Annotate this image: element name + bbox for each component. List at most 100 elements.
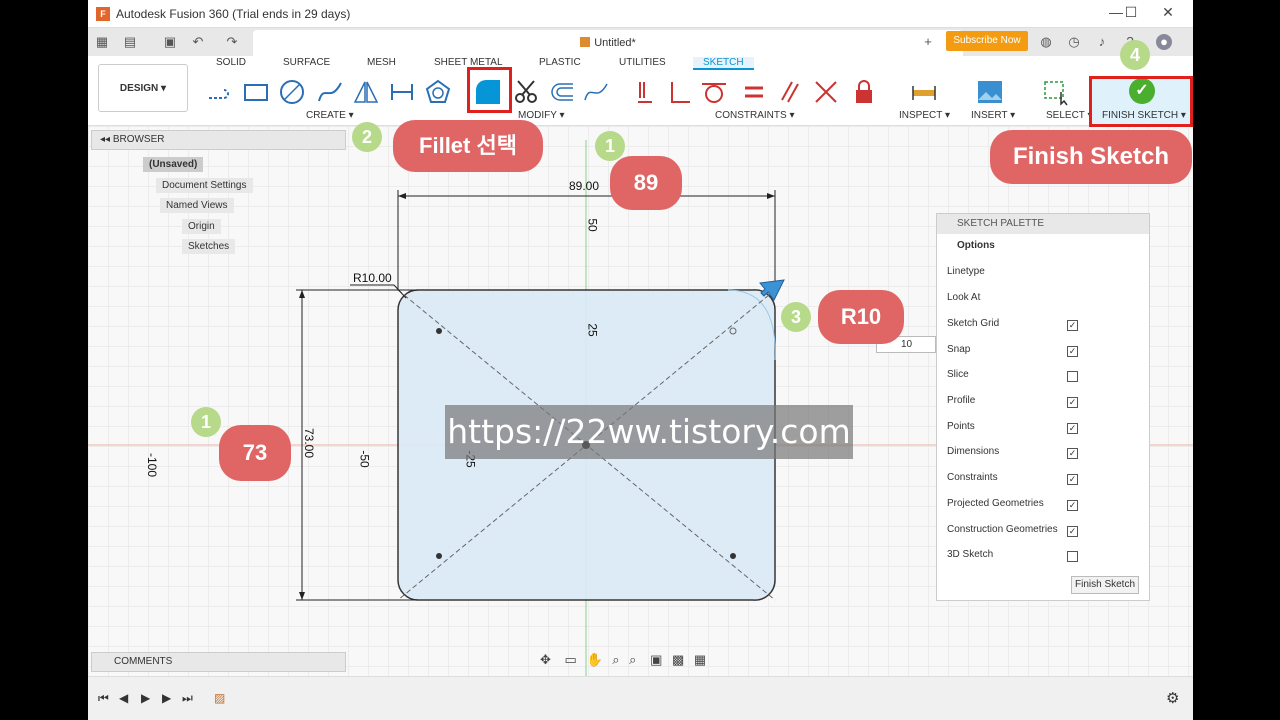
height-dimension-label[interactable]: 73.00 (302, 428, 316, 458)
modify-menu[interactable]: MODIFY ▾ (518, 110, 565, 121)
slice-checkbox[interactable] (1067, 371, 1078, 382)
palette-row-projected-geometries[interactable]: Projected Geometries ✓ (947, 498, 1142, 516)
parallel-constraint-icon[interactable] (776, 78, 804, 106)
palette-title[interactable]: SKETCH PALETTE (937, 214, 1149, 234)
browser-panel-header[interactable]: ◂◂ BROWSER (91, 130, 346, 150)
palette-options-heading[interactable]: Options (937, 234, 1149, 260)
pan-icon[interactable]: ✋ (586, 652, 602, 667)
go-to-start-icon[interactable]: ⏮ (98, 691, 109, 706)
tree-item-sketches[interactable]: Sketches (182, 239, 236, 254)
snap-checkbox[interactable]: ✓ (1067, 346, 1078, 357)
select-window-icon[interactable] (1042, 78, 1070, 106)
line-tool-icon[interactable] (206, 78, 234, 106)
axis-label-50: 50 (585, 218, 600, 232)
look-at-icon[interactable]: ▭ (565, 652, 577, 667)
3d-sketch-checkbox[interactable] (1067, 551, 1078, 562)
insert-menu[interactable]: INSERT ▾ (971, 110, 1015, 121)
fix-constraint-lock-icon[interactable] (850, 78, 878, 106)
extensions-icon[interactable]: ◍ (1038, 34, 1054, 50)
create-menu[interactable]: CREATE ▾ (306, 110, 354, 121)
coincident-constraint-icon[interactable] (632, 78, 660, 106)
palette-row-constraints[interactable]: Constraints ✓ (947, 472, 1142, 490)
tab-mesh[interactable]: MESH (367, 57, 396, 68)
radius-dimension-label[interactable]: R10.00 (353, 271, 392, 285)
orbit-icon[interactable]: ✥ (540, 652, 551, 667)
snap-label: Snap (947, 344, 971, 355)
perpendicular-constraint-icon[interactable] (666, 78, 694, 106)
tab-sketch[interactable]: SKETCH (693, 57, 754, 70)
notifications-icon[interactable]: ♪ (1094, 34, 1110, 50)
step-forward-icon[interactable]: ▶ (162, 691, 171, 705)
palette-row-sketch-grid[interactable]: Sketch Grid ✓ (947, 318, 1142, 336)
timeline-settings-gear-icon[interactable]: ⚙ (1166, 689, 1179, 707)
constraints-menu[interactable]: CONSTRAINTS ▾ (715, 110, 794, 121)
maximize-button[interactable]: ☐ (1116, 4, 1146, 24)
tangent-constraint-icon[interactable] (700, 78, 728, 106)
equal-constraint-icon[interactable] (740, 78, 768, 106)
palette-row-points[interactable]: Points ✓ (947, 421, 1142, 439)
tree-item-document-settings[interactable]: Document Settings (156, 178, 253, 193)
save-icon[interactable]: ▣ (162, 34, 178, 50)
new-tab-icon[interactable]: + (920, 34, 936, 50)
tab-plastic[interactable]: PLASTIC (539, 57, 581, 68)
avatar[interactable]: ● (1156, 34, 1172, 50)
step-back-icon[interactable]: ◀ (119, 691, 128, 705)
construction-geometries-checkbox[interactable]: ✓ (1067, 526, 1078, 537)
subscribe-button[interactable]: Subscribe Now (946, 31, 1028, 51)
projected-geometries-checkbox[interactable]: ✓ (1067, 500, 1078, 511)
sketch-grid-checkbox[interactable]: ✓ (1067, 320, 1078, 331)
palette-row-construction-geometries[interactable]: Construction Geometries ✓ (947, 524, 1142, 542)
display-settings-icon[interactable]: ▣ (650, 652, 662, 667)
grid-settings-icon[interactable]: ▩ (672, 652, 684, 667)
job-status-icon[interactable]: ◷ (1066, 34, 1082, 50)
timeline-sketch-feature-icon[interactable]: ▨ (214, 691, 225, 705)
palette-row-3d-sketch[interactable]: 3D Sketch (947, 549, 1142, 567)
trim-tool-icon[interactable] (512, 78, 540, 106)
step-number-1-left: 1 (191, 407, 221, 437)
go-to-end-icon[interactable]: ⏭ (182, 691, 193, 706)
sketch-scale-icon[interactable] (582, 78, 610, 106)
symmetric-constraint-icon[interactable] (812, 78, 840, 106)
offset-tool-icon[interactable] (548, 78, 576, 106)
palette-row-look-at[interactable]: Look At (947, 292, 1142, 310)
dimensions-checkbox[interactable]: ✓ (1067, 448, 1078, 459)
redo-icon[interactable]: ↷ (224, 34, 240, 50)
zoom-icon[interactable]: ⌕ (612, 652, 619, 667)
tree-item-unsaved[interactable]: (Unsaved) (143, 157, 204, 172)
tab-solid[interactable]: SOLID (216, 57, 246, 68)
zoom-window-icon[interactable]: ⌕ (629, 652, 636, 667)
profile-checkbox[interactable]: ✓ (1067, 397, 1078, 408)
mirror-tool-icon[interactable] (352, 78, 380, 106)
file-icon[interactable]: ▤ (122, 34, 138, 50)
close-window-button[interactable]: ✕ (1153, 4, 1183, 24)
points-checkbox[interactable]: ✓ (1067, 423, 1078, 434)
constraints-checkbox[interactable]: ✓ (1067, 474, 1078, 485)
palette-row-profile[interactable]: Profile ✓ (947, 395, 1142, 413)
palette-row-snap[interactable]: Snap ✓ (947, 344, 1142, 362)
palette-row-slice[interactable]: Slice (947, 369, 1142, 387)
width-dimension-label[interactable]: 89.00 (569, 179, 599, 193)
tree-item-origin[interactable]: Origin (182, 219, 221, 234)
circle-tool-icon[interactable] (278, 78, 306, 106)
palette-row-dimensions[interactable]: Dimensions ✓ (947, 446, 1142, 464)
measure-icon[interactable] (910, 78, 938, 106)
spline-tool-icon[interactable] (316, 78, 344, 106)
rectangle-tool-icon[interactable] (242, 78, 270, 106)
comments-panel[interactable]: COMMENTS (91, 652, 346, 672)
design-workspace-button[interactable]: DESIGN ▾ (98, 64, 188, 112)
grid-menu-icon[interactable]: ▦ (94, 34, 110, 50)
tree-item-named-views[interactable]: Named Views (160, 198, 234, 213)
undo-icon[interactable]: ↶ (190, 34, 206, 50)
tab-surface[interactable]: SURFACE (283, 57, 330, 68)
document-tab[interactable]: Untitled* ✕ (253, 30, 963, 56)
palette-finish-sketch-button[interactable]: Finish Sketch (1071, 576, 1139, 594)
select-menu[interactable]: SELECT ▾ (1046, 110, 1093, 121)
insert-image-icon[interactable] (976, 78, 1004, 106)
play-icon[interactable]: ▶ (141, 691, 150, 705)
viewports-icon[interactable]: ▦ (694, 652, 706, 667)
tab-utilities[interactable]: UTILITIES (619, 57, 666, 68)
polygon-tool-icon[interactable] (424, 78, 452, 106)
inspect-menu[interactable]: INSPECT ▾ (899, 110, 950, 121)
dimension-tool-icon[interactable] (388, 78, 416, 106)
title-bar: F Autodesk Fusion 360 (Trial ends in 29 … (88, 0, 1193, 28)
